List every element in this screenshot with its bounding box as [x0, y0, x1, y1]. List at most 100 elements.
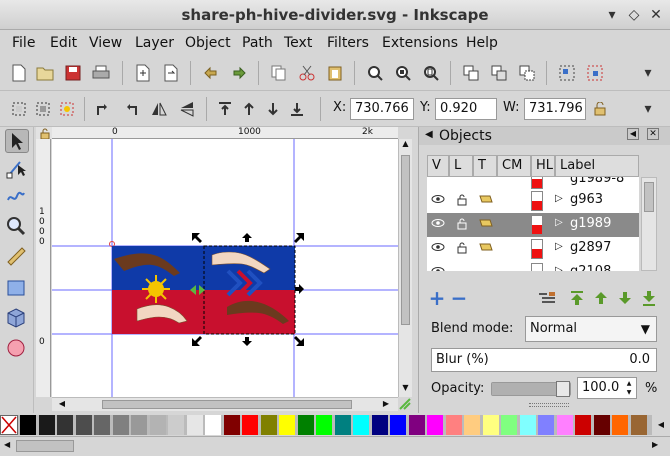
scroll-right-icon[interactable]: ▶: [380, 399, 392, 411]
opacity-slider[interactable]: [491, 381, 571, 397]
color-swatch[interactable]: [556, 415, 573, 435]
list-item[interactable]: ▷ g2108: [427, 261, 639, 271]
move-up-icon[interactable]: [591, 288, 611, 308]
undo-icon[interactable]: [200, 62, 222, 84]
menu-help[interactable]: Help: [466, 35, 498, 51]
menu-extensions[interactable]: Extensions: [382, 35, 458, 51]
unlocked-icon[interactable]: [457, 194, 467, 209]
col-highlight[interactable]: HL: [531, 155, 555, 177]
color-swatch[interactable]: [575, 415, 591, 435]
clone-icon[interactable]: [488, 62, 510, 84]
copy-icon[interactable]: [268, 62, 290, 84]
zoom-tool-icon[interactable]: [5, 215, 29, 239]
no-paint-swatch[interactable]: [0, 415, 18, 435]
color-swatch[interactable]: [20, 415, 36, 435]
tweak-tool-icon[interactable]: [5, 185, 29, 209]
unlocked-icon[interactable]: [457, 242, 467, 257]
color-swatch[interactable]: [168, 415, 184, 435]
remove-object-icon[interactable]: −: [449, 286, 469, 310]
color-swatch[interactable]: [482, 415, 499, 435]
unlocked-icon[interactable]: [457, 218, 467, 233]
color-swatch[interactable]: [94, 415, 110, 435]
toolbar-overflow-icon[interactable]: ▾: [640, 65, 656, 81]
node-tool-icon[interactable]: [5, 157, 29, 181]
lower-to-bottom-icon[interactable]: [286, 98, 308, 120]
col-visible[interactable]: V: [427, 155, 449, 177]
menu-text[interactable]: Text: [284, 35, 312, 51]
color-swatch[interactable]: [538, 415, 554, 435]
menu-filters[interactable]: Filters: [327, 35, 369, 51]
vertical-scrollbar[interactable]: ▲ ▼: [398, 139, 412, 397]
expand-arrow-icon[interactable]: ▷: [555, 193, 563, 204]
lower-icon[interactable]: [262, 98, 284, 120]
redo-icon[interactable]: [228, 62, 250, 84]
color-swatch[interactable]: [353, 415, 369, 435]
menu-layer[interactable]: Layer: [135, 35, 174, 51]
rotate-cw-icon[interactable]: [120, 98, 142, 120]
color-swatch[interactable]: [260, 415, 277, 435]
save-icon[interactable]: [62, 62, 84, 84]
color-swatch[interactable]: [334, 415, 351, 435]
import-icon[interactable]: [132, 62, 154, 84]
eye-icon[interactable]: [431, 194, 445, 207]
highlight-swatch[interactable]: [531, 215, 543, 235]
col-type[interactable]: T: [473, 155, 497, 177]
vertical-scroll-thumb[interactable]: [401, 155, 410, 325]
color-swatch[interactable]: [371, 415, 388, 435]
col-locked[interactable]: L: [449, 155, 473, 177]
color-swatch[interactable]: [131, 415, 147, 435]
color-swatch[interactable]: [186, 415, 203, 435]
objects-list-scroll-thumb[interactable]: [644, 182, 654, 212]
color-swatch[interactable]: [223, 415, 240, 435]
menu-edit[interactable]: Edit: [50, 35, 77, 51]
expand-arrow-icon[interactable]: ▷: [555, 265, 563, 271]
color-swatch[interactable]: [242, 415, 258, 435]
col-label[interactable]: Label: [555, 155, 639, 177]
color-swatch[interactable]: [297, 415, 314, 435]
list-item-selected[interactable]: ▷ g1989: [427, 213, 639, 237]
lock-ratio-icon[interactable]: [592, 101, 608, 117]
color-swatch[interactable]: [612, 415, 628, 435]
select-all-icon[interactable]: [8, 98, 30, 120]
list-item[interactable]: ▷ g963: [427, 189, 639, 213]
color-swatch[interactable]: [279, 415, 295, 435]
resize-grip-icon[interactable]: [398, 397, 412, 411]
expand-arrow-icon[interactable]: ▷: [555, 217, 563, 228]
list-item[interactable]: g1989-8: [427, 177, 639, 189]
expand-arrow-icon[interactable]: ▷: [555, 241, 563, 252]
3d-box-tool-icon[interactable]: [5, 307, 29, 331]
move-to-bottom-icon[interactable]: [639, 288, 659, 308]
palette-scroll-left-icon[interactable]: ◀: [4, 440, 10, 449]
menu-file[interactable]: File: [12, 35, 35, 51]
scroll-down-icon[interactable]: ▼: [399, 383, 412, 397]
raise-to-top-icon[interactable]: [214, 98, 236, 120]
y-input[interactable]: 0.920: [435, 98, 497, 120]
color-swatch[interactable]: [149, 415, 166, 435]
highlight-swatch[interactable]: [531, 239, 543, 259]
scroll-left-icon[interactable]: ◀: [56, 399, 68, 411]
horizontal-scroll-thumb[interactable]: [102, 400, 352, 409]
duplicate-icon[interactable]: [460, 62, 482, 84]
zoom-drawing-icon[interactable]: [392, 62, 414, 84]
menu-path[interactable]: Path: [242, 35, 273, 51]
color-swatch[interactable]: [205, 415, 221, 435]
maximize-icon[interactable]: ◇: [626, 7, 642, 23]
color-swatch[interactable]: [112, 415, 129, 435]
highlight-swatch[interactable]: [531, 191, 543, 211]
new-document-icon[interactable]: [8, 62, 30, 84]
panel-resize-handle[interactable]: [529, 403, 569, 407]
flip-vertical-icon[interactable]: [176, 98, 198, 120]
color-swatch[interactable]: [427, 415, 443, 435]
blur-slider[interactable]: Blur (%) 0.0: [431, 348, 657, 372]
add-object-icon[interactable]: +: [427, 286, 447, 310]
eye-icon[interactable]: [431, 218, 445, 231]
move-to-top-icon[interactable]: [567, 288, 587, 308]
color-swatch[interactable]: [501, 415, 517, 435]
objects-list-scrollbar[interactable]: [641, 177, 657, 271]
flip-horizontal-icon[interactable]: [148, 98, 170, 120]
horizontal-scrollbar[interactable]: ◀ ▶: [52, 397, 398, 411]
color-swatch[interactable]: [75, 415, 92, 435]
raise-icon[interactable]: [238, 98, 260, 120]
x-input[interactable]: 730.766: [350, 98, 414, 120]
move-down-icon[interactable]: [615, 288, 635, 308]
